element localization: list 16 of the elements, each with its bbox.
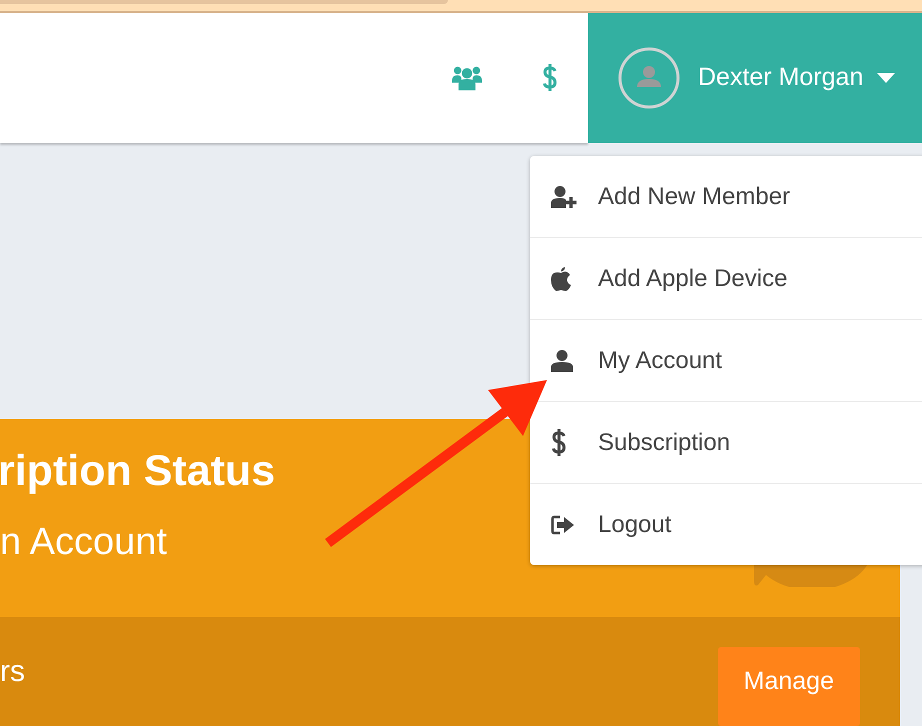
user-icon [551, 350, 573, 372]
users-icon[interactable] [452, 64, 482, 91]
dollar-icon[interactable] [542, 62, 558, 93]
footer-text: rs [0, 655, 25, 689]
menu-item[interactable]: Logout [530, 484, 922, 565]
avatar-icon [618, 46, 680, 109]
menu-item[interactable]: Add New Member [530, 156, 922, 238]
logout-icon [551, 514, 575, 534]
menu-item[interactable]: Add Apple Device [530, 238, 922, 320]
card-subtitle: n Account [0, 520, 167, 565]
dollar-icon [551, 428, 567, 458]
user-name: Dexter Morgan [698, 63, 864, 92]
caret-icon [877, 72, 896, 83]
apple-icon [551, 266, 571, 290]
card-title: ription Status [0, 446, 276, 497]
user-plus-icon [551, 186, 577, 208]
